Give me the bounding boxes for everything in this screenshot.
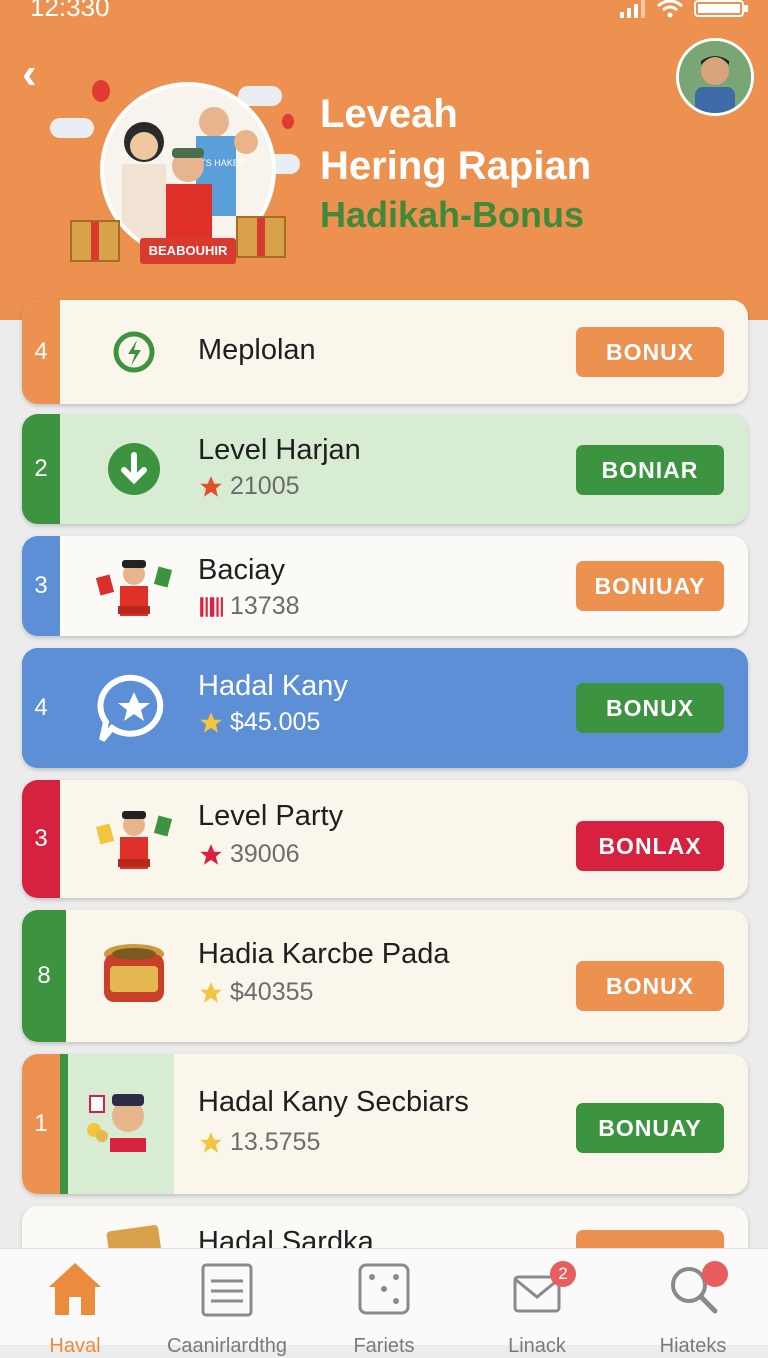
page-subtitle: Hadikah-Bonus bbox=[320, 194, 585, 235]
download-badge-icon bbox=[94, 431, 174, 507]
barcode-icon bbox=[200, 596, 223, 617]
profile-avatar[interactable] bbox=[676, 38, 754, 116]
lightning-badge-icon bbox=[94, 314, 174, 390]
level-name: Hadia Karcbe Pada bbox=[198, 938, 450, 970]
level-number: 2 bbox=[22, 414, 60, 524]
nav-item-games[interactable]: Fariets bbox=[309, 1259, 459, 1357]
notification-dot bbox=[702, 1261, 728, 1287]
level-card[interactable]: 3 Baciay 13738 BONIUAY bbox=[22, 536, 748, 636]
level-name: Baciay bbox=[198, 554, 286, 586]
level-number: 3 bbox=[22, 780, 60, 898]
level-value: 21005 bbox=[198, 472, 300, 501]
bonus-button[interactable]: BONUX bbox=[576, 683, 724, 733]
hero-ribbon: BEABOUHIR bbox=[140, 238, 236, 264]
bonus-button[interactable]: BONUX bbox=[576, 961, 724, 1011]
level-value: 39006 bbox=[198, 840, 300, 869]
gold-star-icon bbox=[200, 711, 222, 733]
level-value: 13.5755 bbox=[198, 1128, 320, 1157]
gift-icon bbox=[70, 220, 120, 262]
bonus-button[interactable]: BONLAX bbox=[576, 821, 724, 871]
level-card[interactable]: 4 Hadal Kany $45.005 BONUX bbox=[22, 648, 748, 768]
treasure-jar-icon bbox=[94, 938, 174, 1014]
list-icon bbox=[201, 1263, 253, 1317]
battery-icon bbox=[694, 0, 748, 17]
level-name: Level Harjan bbox=[198, 434, 361, 466]
level-number: 4 bbox=[22, 300, 60, 404]
back-button[interactable]: ‹ bbox=[22, 52, 37, 96]
nav-item-inbox[interactable]: 2 Linack bbox=[462, 1259, 612, 1357]
level-card[interactable]: 3 Level Party 39006 BONLAX bbox=[22, 780, 748, 898]
level-card[interactable]: 8 Hadia Karcbe Pada $40355 BONUX bbox=[22, 910, 748, 1042]
bonus-button[interactable]: BONUX bbox=[576, 327, 724, 377]
boy-coins-icon bbox=[82, 1086, 162, 1162]
star-icon bbox=[200, 475, 222, 497]
nav-label: Fariets bbox=[353, 1335, 415, 1357]
nav-label: Linack bbox=[508, 1335, 566, 1357]
status-icons bbox=[620, 0, 750, 18]
nav-item-home[interactable]: Haval bbox=[0, 1259, 150, 1357]
home-icon bbox=[49, 1263, 101, 1315]
level-number: 8 bbox=[22, 910, 66, 1042]
level-number: 3 bbox=[22, 536, 60, 636]
level-value-text: 21005 bbox=[230, 472, 300, 500]
level-card[interactable]: 4 Meplolan BONUX bbox=[22, 300, 748, 404]
star-icon bbox=[200, 843, 222, 865]
level-name: Level Party bbox=[198, 800, 344, 832]
level-name: Hadal Kany bbox=[198, 670, 348, 702]
notification-badge: 2 bbox=[550, 1261, 576, 1287]
nav-label: Caanirlardthg bbox=[166, 1335, 288, 1357]
balloon-icon bbox=[92, 80, 110, 102]
boy-cards-icon bbox=[94, 548, 174, 624]
level-number: 4 bbox=[22, 648, 60, 768]
gold-star-icon bbox=[200, 1131, 222, 1153]
level-value-text: 13738 bbox=[230, 592, 300, 620]
page-title-line1: Leveah bbox=[320, 92, 458, 136]
signal-icon bbox=[620, 0, 645, 18]
bonus-button[interactable]: BONUAY bbox=[576, 1103, 724, 1153]
nav-label: Hiateks bbox=[659, 1335, 727, 1357]
hero-illustration: NOTS HAKER BEABOUHIR bbox=[50, 70, 300, 280]
nav-item-list[interactable]: Caanirlardthg bbox=[152, 1259, 302, 1357]
level-value-text: $40355 bbox=[230, 978, 314, 1006]
level-number: 1 bbox=[22, 1054, 60, 1194]
level-name: Meplolan bbox=[198, 334, 316, 366]
gift-icon bbox=[236, 216, 286, 258]
bonus-button[interactable]: BONIUAY bbox=[576, 561, 724, 611]
level-value-text: 39006 bbox=[230, 840, 300, 868]
star-chat-icon bbox=[94, 670, 174, 746]
level-card[interactable]: 1 Hadal Kany Secbiars 13.5755 BONUAY bbox=[22, 1054, 748, 1194]
dice-icon bbox=[358, 1263, 410, 1315]
level-name: Hadal Kany Secbiars bbox=[198, 1086, 469, 1118]
level-value-text: 13.5755 bbox=[230, 1128, 321, 1156]
gold-star-icon bbox=[200, 981, 222, 1003]
level-value: $45.005 bbox=[198, 708, 320, 737]
bottom-nav: Haval Caanirlardthg Fariets 2 Linack Hia… bbox=[0, 1248, 768, 1357]
page-title-line2: Hering Rapian bbox=[320, 144, 592, 188]
wifi-icon bbox=[657, 0, 683, 18]
level-value: 13738 bbox=[198, 592, 300, 621]
level-value: $40355 bbox=[198, 978, 313, 1007]
level-card[interactable]: 2 Level Harjan 21005 BONIAR bbox=[22, 414, 748, 524]
balloon-icon bbox=[282, 114, 294, 129]
status-time: 12:330 bbox=[30, 0, 110, 22]
nav-label: Haval bbox=[49, 1335, 101, 1357]
nav-item-search[interactable]: Hiateks bbox=[618, 1259, 768, 1357]
header: 12:330 ‹ NOTS HAKER BEABOUHIR Leveah Her… bbox=[0, 0, 768, 320]
bonus-button[interactable]: BONIAR bbox=[576, 445, 724, 495]
boy-cards-icon bbox=[94, 801, 174, 877]
level-value-text: $45.005 bbox=[230, 708, 321, 736]
card-accent bbox=[60, 1054, 68, 1194]
cloud-icon bbox=[50, 118, 94, 138]
